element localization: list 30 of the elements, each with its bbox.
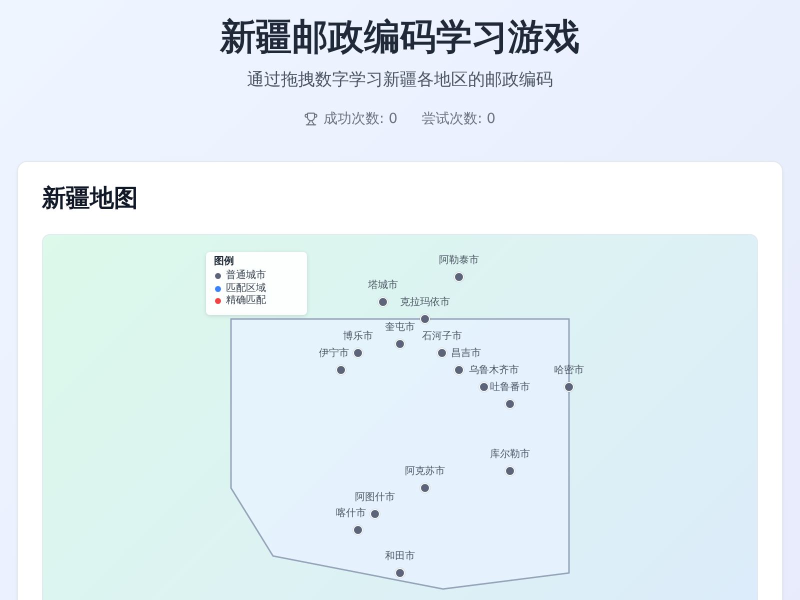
city-label: 塔城市 <box>368 280 398 292</box>
city-dot-icon <box>564 382 574 392</box>
legend-label: 普通城市 <box>226 270 266 282</box>
city-label: 阿克苏市 <box>405 466 445 478</box>
success-count: 成功次数: 0 <box>323 110 398 129</box>
city-label: 和田市 <box>385 551 415 563</box>
city-label: 库尔勒市 <box>490 449 530 461</box>
map-title: 新疆地图 <box>42 186 139 210</box>
city-label: 石河子市 <box>422 331 462 343</box>
city-label: 喀什市 <box>336 508 366 520</box>
legend-title: 图例 <box>214 254 235 269</box>
city-label: 阿图什市 <box>355 492 395 504</box>
legend-label: 匹配区域 <box>226 282 266 294</box>
page-subtitle: 通过拖拽数字学习新疆各地区的邮政编码 <box>247 69 553 92</box>
legend-label: 精确匹配 <box>226 295 266 308</box>
city-label: 吐鲁番市 <box>490 382 530 394</box>
attempt-count: 尝试次数: 0 <box>422 110 496 129</box>
city-label: 哈密市 <box>554 365 584 377</box>
city-label: 乌鲁木齐市 <box>469 365 519 377</box>
page-title: 新疆邮政编码学习游戏 <box>220 16 580 60</box>
city-label: 克拉玛依市 <box>400 297 450 309</box>
city-dot-icon <box>454 272 464 282</box>
city-label: 阿勒泰市 <box>439 255 479 267</box>
city-dot-icon <box>378 297 388 307</box>
city-label: 博乐市 <box>343 331 373 343</box>
city-label: 奎屯市 <box>385 322 415 334</box>
city-label: 昌吉市 <box>451 348 481 360</box>
city-label: 伊宁市 <box>319 348 349 360</box>
trophy-icon <box>304 112 318 126</box>
city-dot-icon <box>420 314 430 324</box>
